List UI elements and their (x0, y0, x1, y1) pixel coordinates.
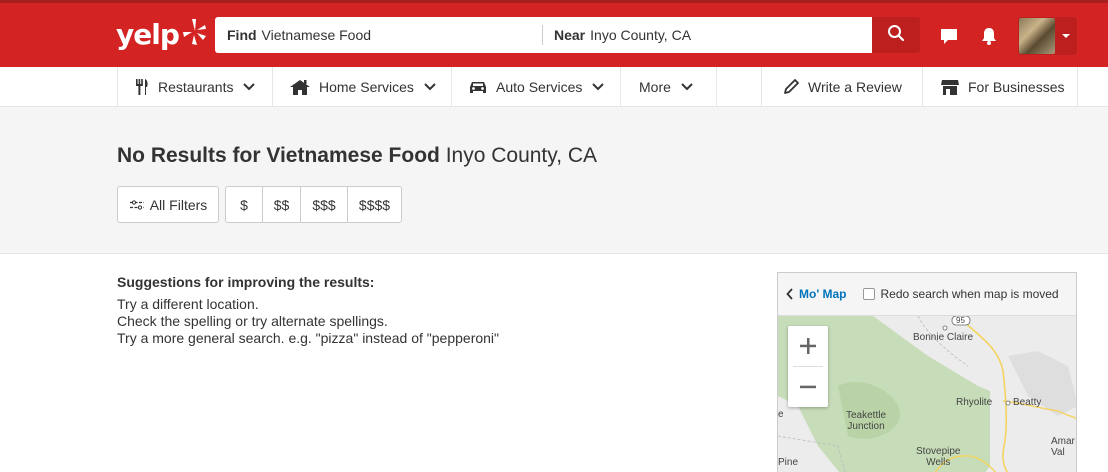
mo-map-label: Mo' Map (799, 287, 847, 301)
house-icon (289, 78, 311, 96)
avatar (1019, 18, 1055, 54)
yelp-logo[interactable]: yelp (116, 14, 207, 54)
fork-knife-icon (134, 78, 150, 96)
suggestions-heading: Suggestions for improving the results: (117, 274, 375, 290)
chevron-down-icon (424, 83, 436, 91)
category-nav: Restaurants Home Services Auto Services … (0, 67, 1108, 107)
route-marker: 95 (956, 316, 965, 325)
map-label-pine: Pine (778, 457, 799, 468)
zoom-out-button[interactable] (788, 367, 828, 407)
search-icon (887, 24, 905, 47)
search-bar: Find Vietnamese Food Near Inyo County, C… (215, 17, 920, 53)
price-4-button[interactable]: $$$$ (347, 187, 401, 222)
user-menu[interactable] (1018, 17, 1077, 55)
nav-label: Home Services (319, 79, 414, 95)
nav-divider (1077, 67, 1078, 107)
suggestion-item: Try a different location. (117, 296, 259, 312)
suggestion-item: Check the spelling or try alternate spel… (117, 313, 388, 329)
nav-label: Auto Services (496, 79, 583, 95)
map-label-edge: e (778, 409, 784, 420)
minus-icon (800, 385, 816, 389)
nav-label: Restaurants (158, 79, 234, 95)
pencil-icon (782, 78, 800, 96)
nav-label: More (639, 79, 671, 95)
chevron-down-icon (243, 83, 256, 91)
map-label-bonnie-claire: Bonnie Claire (913, 332, 974, 343)
all-filters-label: All Filters (149, 196, 208, 213)
sliders-icon (129, 199, 145, 210)
price-1-button[interactable]: $ (226, 187, 262, 222)
map-label-teakettle: Teakettle Junction (846, 410, 887, 432)
near-value: Inyo County, CA (590, 27, 692, 43)
map-label-rhyolite: Rhyolite (956, 397, 993, 408)
burst-icon (181, 17, 207, 52)
near-input[interactable]: Near Inyo County, CA (542, 17, 872, 53)
storefront-icon (940, 78, 960, 96)
mo-map-link[interactable]: Mo' Map (786, 287, 847, 301)
map-label-stovepipe: Stovepipe Wells (916, 446, 961, 468)
map-label-amargosa: Amar Val (1051, 436, 1075, 458)
suggestion-item: Try a more general search. e.g. "pizza" … (117, 330, 500, 346)
map-label-beatty: Beatty (1013, 397, 1042, 408)
map-header: Mo' Map Redo search when map is moved (778, 273, 1076, 316)
chevron-down-icon (592, 83, 605, 91)
price-filter-group: $ $$ $$$ $$$$ (225, 186, 402, 223)
map-widget: Mo' Map Redo search when map is moved 95… (777, 272, 1077, 472)
search-button[interactable] (872, 17, 920, 53)
all-filters-button[interactable]: All Filters (117, 186, 219, 223)
plus-icon (800, 338, 816, 354)
speech-bubble-icon[interactable] (938, 25, 960, 47)
write-review-label: Write a Review (808, 79, 902, 95)
chevron-down-icon (681, 83, 693, 91)
bell-icon[interactable] (978, 25, 1000, 47)
results-header-band (0, 107, 1108, 254)
caret-down-icon (1062, 34, 1070, 38)
nav-auto-services[interactable]: Auto Services (451, 67, 620, 107)
redo-search-checkbox[interactable] (862, 288, 875, 300)
page-title: No Results for Vietnamese Food Inyo Coun… (117, 144, 597, 168)
title-location: Inyo County, CA (445, 144, 598, 167)
find-value: Vietnamese Food (261, 27, 372, 43)
write-review-link[interactable]: Write a Review (761, 67, 922, 107)
top-header: yelp Find Vietnamese Food Near Inyo Coun… (0, 0, 1108, 67)
title-query: No Results for Vietnamese Food (117, 144, 440, 167)
nav-home-services[interactable]: Home Services (272, 67, 451, 107)
zoom-in-button[interactable] (788, 326, 828, 366)
find-label: Find (227, 27, 257, 43)
logo-text: yelp (116, 17, 180, 51)
chevron-left-icon (786, 288, 794, 300)
map-zoom-control (788, 326, 828, 407)
nav-divider (716, 67, 717, 107)
nav-restaurants[interactable]: Restaurants (117, 67, 272, 107)
price-2-button[interactable]: $$ (262, 187, 300, 222)
near-label: Near (554, 27, 586, 43)
car-icon (468, 79, 488, 95)
redo-search-label: Redo search when map is moved (880, 287, 1059, 301)
for-businesses-link[interactable]: For Businesses (922, 67, 1077, 107)
nav-more[interactable]: More (620, 67, 716, 107)
map-canvas[interactable]: 95 Bonnie Claire Rhyolite Beatty Teakett… (778, 316, 1076, 472)
price-3-button[interactable]: $$$ (300, 187, 347, 222)
find-input[interactable]: Find Vietnamese Food (215, 17, 542, 53)
for-businesses-label: For Businesses (968, 79, 1065, 95)
